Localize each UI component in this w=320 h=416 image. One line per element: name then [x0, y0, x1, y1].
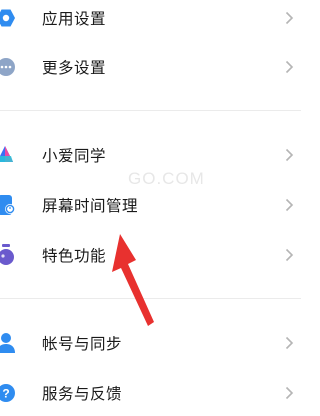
- chevron-right-icon: [285, 60, 294, 74]
- help-icon: ?: [0, 382, 20, 404]
- settings-item-label: 更多设置: [42, 59, 107, 77]
- settings-item-label: 服务与反馈: [42, 385, 123, 403]
- flask-icon: [0, 244, 20, 266]
- settings-item-label: 特色功能: [42, 247, 107, 265]
- settings-item-label: 小爱同学: [42, 147, 107, 165]
- settings-item-app-settings[interactable]: 应用设置: [0, 0, 301, 41]
- chevron-right-icon: [285, 148, 294, 162]
- chevron-right-icon: [285, 11, 294, 25]
- annotation-arrow: [112, 234, 154, 326]
- settings-item-label: 应用设置: [42, 10, 107, 28]
- chevron-right-icon: [285, 336, 294, 350]
- settings-item-more-settings[interactable]: 更多设置: [0, 44, 301, 90]
- settings-item-service-feedback[interactable]: ? 服务与反馈: [0, 370, 301, 416]
- person-icon: [0, 332, 20, 354]
- gear-icon: [0, 7, 20, 29]
- screen-time-icon: [0, 194, 20, 216]
- chevron-right-icon: [285, 248, 294, 262]
- settings-item-label: 帐号与同步: [42, 335, 123, 353]
- svg-text:?: ?: [2, 387, 9, 401]
- settings-list: 应用设置 更多设置 小爱同学 屏幕时间管理 特色功能 帐号与同步 ? 服务与反馈…: [0, 0, 301, 403]
- watermark-text: GO.COM: [128, 169, 205, 188]
- more-dots-icon: [0, 56, 20, 78]
- chevron-right-icon: [285, 198, 294, 212]
- chevron-right-icon: [285, 386, 294, 400]
- xiaoai-icon: [0, 144, 20, 166]
- section-divider: [0, 110, 301, 111]
- settings-item-label: 屏幕时间管理: [42, 197, 139, 215]
